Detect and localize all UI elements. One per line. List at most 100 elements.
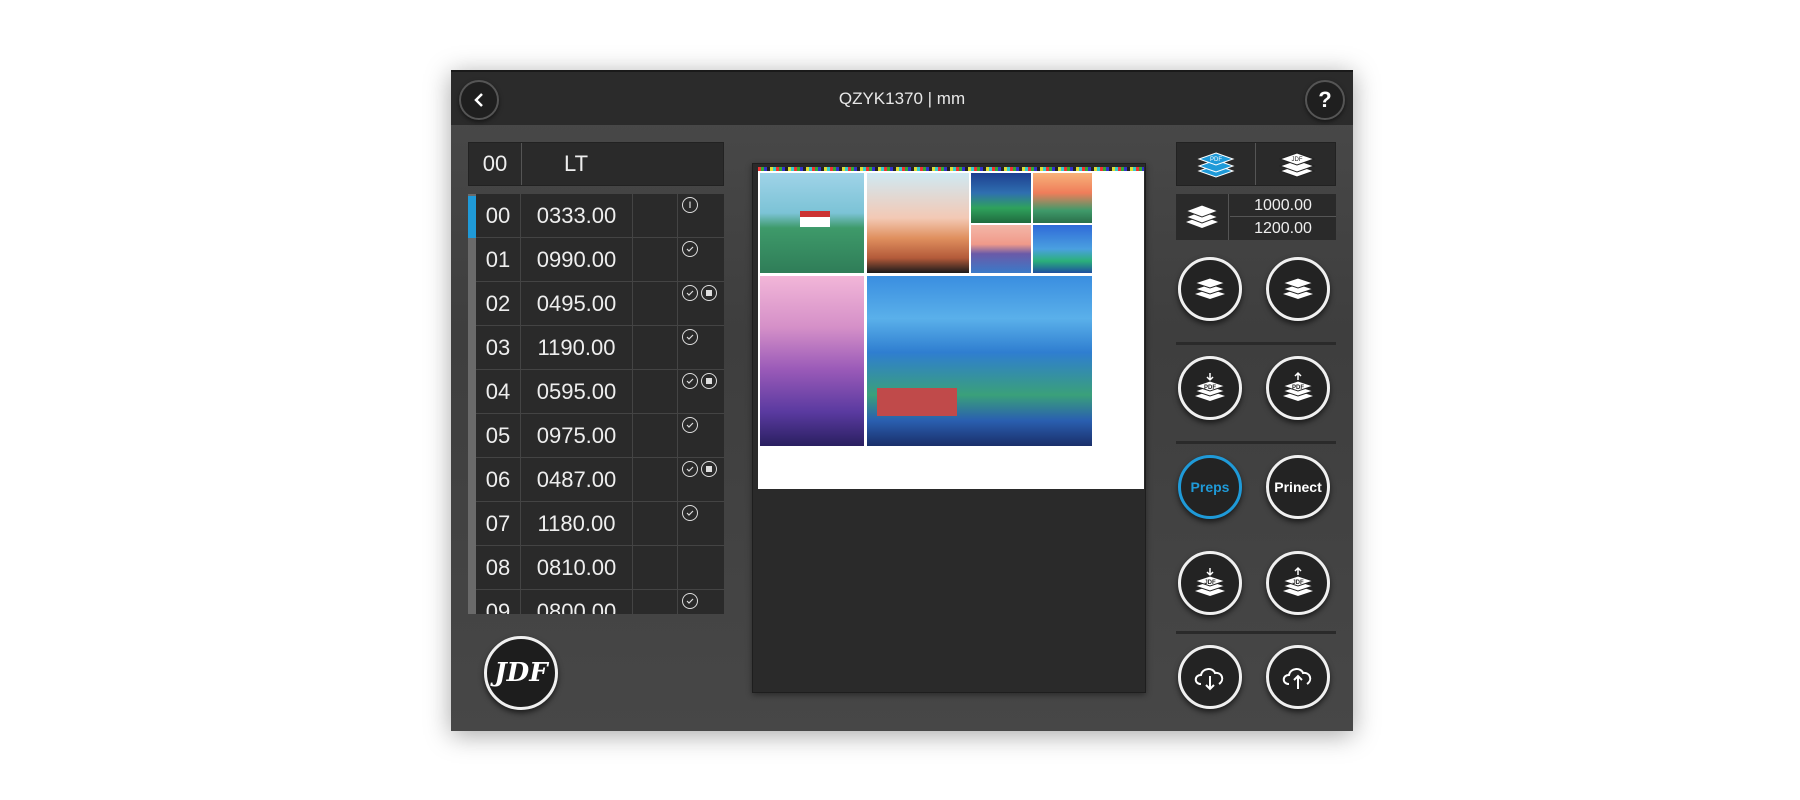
table-row[interactable]: 04 0595.00	[476, 370, 724, 414]
jdf-stack-icon: JDF	[1277, 152, 1316, 178]
check-circle-icon	[682, 417, 698, 433]
row-index: 06	[476, 458, 521, 502]
header-index: 00	[469, 143, 522, 185]
jdf-logo-label: JDF	[494, 658, 548, 688]
cloud-download-button[interactable]	[1178, 645, 1242, 709]
preps-label: Preps	[1190, 479, 1230, 495]
image-orange-mountains	[1033, 173, 1092, 223]
check-circle-icon	[682, 505, 698, 521]
sheet-size-icon	[1176, 194, 1229, 240]
sheet-preview	[752, 163, 1146, 693]
layers-icon	[1193, 277, 1227, 299]
table-header: 00 LT	[468, 142, 724, 186]
format-toggle: PDF JDF	[1176, 142, 1336, 186]
image-blue-lake	[1033, 225, 1092, 273]
pdf-format-button[interactable]: PDF	[1177, 143, 1256, 185]
print-sheet	[758, 167, 1144, 489]
image-desert-dunes	[867, 173, 969, 273]
image-purple-valley	[760, 276, 864, 446]
header-label: LT	[564, 151, 589, 176]
row-index: 04	[476, 370, 521, 414]
top-bar: QZYK1370 | mm ?	[451, 70, 1353, 125]
row-value[interactable]: 0595.00	[521, 370, 633, 414]
table-row[interactable]: 06 0487.00	[476, 458, 724, 502]
scrollbar[interactable]	[468, 194, 476, 614]
jdf-toggle-label: JDF	[1291, 157, 1302, 163]
row-empty-cell	[633, 590, 678, 614]
row-value[interactable]: 0495.00	[521, 282, 633, 326]
row-value[interactable]: 0333.00	[521, 194, 633, 238]
row-index: 09	[476, 590, 521, 614]
row-value[interactable]: 0487.00	[521, 458, 633, 502]
row-index: 05	[476, 414, 521, 458]
row-index: 08	[476, 546, 521, 590]
dimension-height[interactable]: 1200.00	[1230, 217, 1336, 240]
pdf-import-label: PDF	[1204, 385, 1216, 391]
jdf-logo-button[interactable]: JDF	[484, 636, 558, 710]
row-index: 03	[476, 326, 521, 370]
row-empty-cell	[633, 546, 678, 590]
table-row[interactable]: 07 1180.00	[476, 502, 724, 546]
sheet-dimensions: 1000.00 1200.00	[1176, 194, 1336, 240]
square-circle-icon	[701, 285, 717, 301]
row-value[interactable]: 0990.00	[521, 238, 633, 282]
info-circle-icon	[682, 197, 698, 213]
row-index: 00	[476, 194, 521, 238]
jdf-import-label: JDF	[1204, 580, 1216, 586]
row-status-icons	[682, 593, 698, 609]
layers-sheet-button[interactable]	[1266, 257, 1330, 321]
table-row[interactable]: 08 0810.00	[476, 546, 724, 590]
table-row[interactable]: 03 1190.00	[476, 326, 724, 370]
help-button[interactable]: ?	[1305, 80, 1345, 120]
cloud-download-icon	[1194, 668, 1224, 691]
row-status-icons	[682, 197, 698, 213]
prinect-button[interactable]: Prinect	[1266, 455, 1330, 519]
jdf-format-button[interactable]: JDF	[1257, 143, 1336, 185]
table-row[interactable]: 01 0990.00	[476, 238, 724, 282]
row-value[interactable]: 0975.00	[521, 414, 633, 458]
dimension-width[interactable]: 1000.00	[1230, 194, 1336, 217]
jdf-import-icon: JDF	[1193, 568, 1227, 596]
pdf-toggle-label: PDF	[1210, 157, 1222, 163]
cloud-upload-button[interactable]	[1266, 645, 1330, 709]
row-index: 01	[476, 238, 521, 282]
row-empty-cell	[633, 414, 678, 458]
table-row[interactable]: 00 0333.00	[476, 194, 724, 238]
scrollbar-thumb[interactable]	[468, 196, 476, 238]
pdf-import-button[interactable]: PDF	[1178, 356, 1242, 420]
pdf-export-button[interactable]: PDF	[1266, 356, 1330, 420]
row-status-icons	[682, 241, 698, 257]
divider	[1176, 441, 1336, 444]
row-value[interactable]: 1190.00	[521, 326, 633, 370]
jdf-import-button[interactable]: JDF	[1178, 551, 1242, 615]
question-icon: ?	[1318, 87, 1332, 112]
row-empty-cell	[633, 194, 678, 238]
divider	[1176, 342, 1336, 345]
check-circle-icon	[682, 593, 698, 609]
row-value[interactable]: 0810.00	[521, 546, 633, 590]
image-blue-forest-cabin	[867, 276, 1092, 446]
page-title: QZYK1370 | mm	[838, 89, 966, 108]
row-status-icons	[682, 285, 717, 301]
prinect-label: Prinect	[1274, 479, 1322, 495]
app-window: QZYK1370 | mm ? 00 LT 00 0333.00 01 0990.00…	[451, 70, 1353, 731]
row-status-icons	[682, 417, 698, 433]
table-row[interactable]: 02 0495.00	[476, 282, 724, 326]
value-table[interactable]: 00 0333.00 01 0990.00 02 0495.00 03 1190.00 04 05…	[468, 194, 724, 614]
row-value[interactable]: 0800.00	[521, 590, 633, 614]
jdf-export-label: JDF	[1292, 580, 1304, 586]
image-windmill-lake	[971, 225, 1031, 273]
pdf-export-icon: PDF	[1281, 371, 1315, 401]
square-circle-icon	[701, 461, 717, 477]
row-status-icons	[682, 373, 717, 389]
row-empty-cell	[633, 326, 678, 370]
preps-button[interactable]: Preps	[1178, 455, 1242, 519]
layers-stack-button[interactable]	[1178, 257, 1242, 321]
row-empty-cell	[633, 458, 678, 502]
table-row[interactable]: 05 0975.00	[476, 414, 724, 458]
pdf-export-label: PDF	[1292, 385, 1304, 391]
jdf-export-button[interactable]: JDF	[1266, 551, 1330, 615]
table-row[interactable]: 09 0800.00	[476, 590, 724, 614]
check-circle-icon	[682, 241, 698, 257]
row-value[interactable]: 1180.00	[521, 502, 633, 546]
